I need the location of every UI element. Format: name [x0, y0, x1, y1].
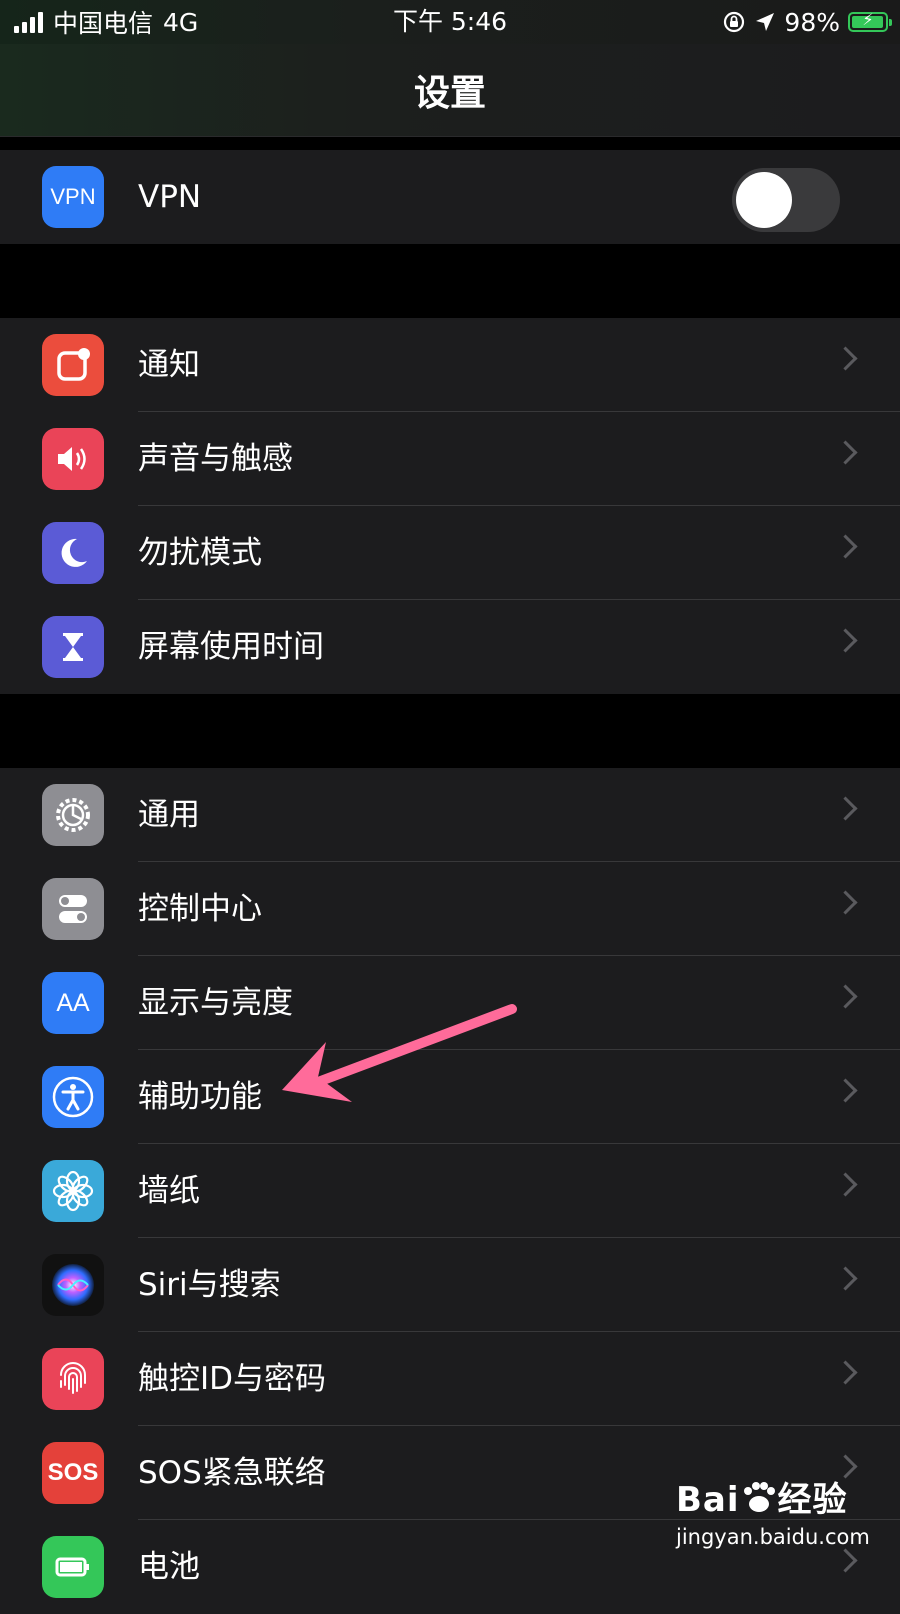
watermark-url: jingyan.baidu.com [676, 1525, 870, 1549]
baidu-watermark: Bai 经验 jingyan.baidu.com [676, 1472, 876, 1582]
chevron-right-icon [833, 1360, 858, 1385]
settings-row-display[interactable]: AA 显示与亮度 [0, 956, 900, 1050]
hourglass-icon [42, 616, 104, 678]
chevron-right-icon [833, 1078, 858, 1103]
settings-row-label: 辅助功能 [138, 1079, 262, 1115]
settings-row-label: 屏幕使用时间 [138, 629, 324, 665]
battery-icon [42, 1536, 104, 1598]
battery-percent: 98% [784, 7, 840, 37]
page-title: 设置 [413, 73, 486, 114]
status-bar: 中国电信 4G 下午 5:46 98% ⚡ [0, 0, 900, 44]
settings-row-label: SOS紧急联络 [138, 1455, 326, 1491]
siri-icon [42, 1254, 104, 1316]
settings-row-touch-id[interactable]: 触控ID与密码 [0, 1332, 900, 1426]
settings-row-wallpaper[interactable]: 墙纸 [0, 1144, 900, 1238]
fingerprint-icon [42, 1348, 104, 1410]
chevron-right-icon [833, 1172, 858, 1197]
wallpaper-icon [42, 1160, 104, 1222]
vpn-toggle[interactable] [732, 168, 840, 232]
chevron-right-icon [833, 984, 858, 1009]
settings-row-siri[interactable]: Siri与搜索 [0, 1238, 900, 1332]
chevron-right-icon [833, 440, 858, 465]
accessibility-icon [42, 1066, 104, 1128]
chevron-right-icon [833, 1266, 858, 1291]
watermark-logo: Bai 经验 [676, 1480, 848, 1520]
settings-row-label: 控制中心 [138, 891, 262, 927]
settings-row-general[interactable]: 通用 [0, 768, 900, 862]
settings-row-label: Siri与搜索 [138, 1267, 281, 1303]
chevron-right-icon [833, 628, 858, 653]
settings-row-notifications[interactable]: 通知 [0, 318, 900, 412]
display-icon: AA [42, 972, 104, 1034]
settings-row-label: 勿扰模式 [138, 535, 262, 571]
settings-row-label: VPN [138, 179, 202, 215]
chevron-right-icon [833, 890, 858, 915]
settings-row-screen-time[interactable]: 屏幕使用时间 [0, 600, 900, 694]
location-arrow-icon [756, 13, 775, 31]
settings-row-label: 声音与触感 [138, 441, 293, 477]
moon-icon [42, 522, 104, 584]
paw-icon [743, 1482, 775, 1512]
settings-row-do-not-disturb[interactable]: 勿扰模式 [0, 506, 900, 600]
sos-icon: SOS [42, 1442, 104, 1504]
rotation-lock-icon [724, 11, 745, 33]
settings-row-sounds[interactable]: 声音与触感 [0, 412, 900, 506]
settings-row-label: 通用 [138, 797, 200, 833]
notifications-icon [42, 334, 104, 396]
settings-group-notifications: 通知 声音与触感 勿扰模式 屏幕使用时间 [0, 318, 900, 694]
gear-icon [42, 784, 104, 846]
settings-row-control-center[interactable]: 控制中心 [0, 862, 900, 956]
vpn-icon: VPN [42, 166, 104, 228]
chevron-right-icon [833, 534, 858, 559]
sounds-icon [42, 428, 104, 490]
chevron-right-icon [833, 346, 858, 371]
settings-row-vpn[interactable]: VPN VPN [0, 150, 900, 244]
settings-row-accessibility[interactable]: 辅助功能 [0, 1050, 900, 1144]
chevron-right-icon [833, 796, 858, 821]
settings-row-label: 显示与亮度 [138, 985, 293, 1021]
settings-row-label: 通知 [138, 347, 200, 383]
switches-icon [42, 878, 104, 940]
battery-charging-icon: ⚡ [848, 10, 892, 32]
settings-row-label: 墙纸 [138, 1173, 200, 1209]
navigation-bar: 设置 [0, 44, 900, 137]
settings-group-vpn: VPN VPN [0, 150, 900, 244]
settings-row-label: 触控ID与密码 [138, 1361, 327, 1397]
